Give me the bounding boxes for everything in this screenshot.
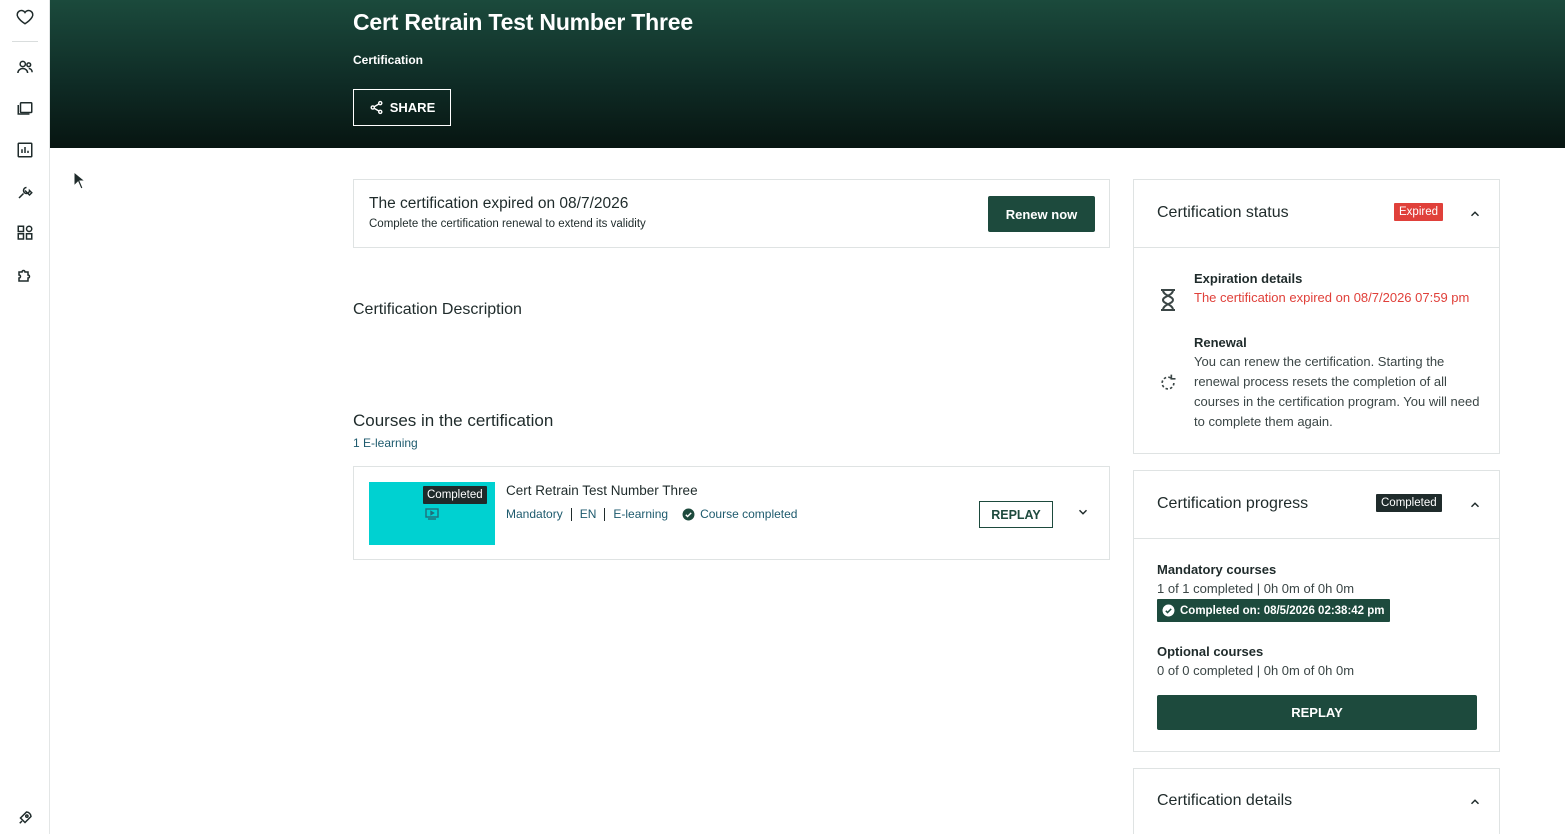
- chevron-up-icon[interactable]: [1468, 795, 1482, 814]
- share-button[interactable]: SHARE: [353, 89, 451, 126]
- courses-count: 1 E-learning: [353, 436, 418, 450]
- renew-cycle-icon: [1158, 372, 1178, 399]
- courses-heading: Courses in the certification: [353, 411, 554, 430]
- course-completed-badge: Completed: [423, 486, 487, 504]
- mandatory-text: 1 of 1 completed | 0h 0m of 0h 0m: [1157, 581, 1355, 596]
- expired-badge: Expired: [1394, 203, 1443, 221]
- expiration-text: The certification expired on 08/7/2026 0…: [1194, 290, 1470, 305]
- expiration-label: Expiration details: [1194, 271, 1303, 286]
- course-meta: Mandatory EN E-learning Course completed: [506, 507, 797, 521]
- play-video-icon: [425, 507, 439, 525]
- status-panel-header[interactable]: Certification status Expired: [1134, 180, 1499, 248]
- progress-panel-header[interactable]: Certification progress Completed: [1134, 471, 1499, 539]
- renew-now-button[interactable]: Renew now: [988, 196, 1095, 232]
- meta-divider: [570, 507, 572, 521]
- completed-on-badge: Completed on: 08/5/2026 02:38:42 pm: [1157, 599, 1390, 622]
- details-panel-title: Certification details: [1157, 792, 1293, 809]
- course-status: Course completed: [682, 507, 797, 521]
- certification-status-panel: Certification status Expired Expiration …: [1133, 179, 1500, 454]
- puzzle-icon[interactable]: [13, 263, 37, 287]
- page-subtitle: Certification: [353, 53, 424, 67]
- rail-divider: [12, 41, 38, 42]
- course-card[interactable]: Completed Cert Retrain Test Number Three…: [353, 466, 1110, 560]
- library-icon[interactable]: [13, 96, 37, 120]
- rocket-icon[interactable]: [13, 806, 37, 830]
- apps-icon[interactable]: [13, 221, 37, 245]
- left-nav-rail: [0, 0, 50, 834]
- mouse-cursor-icon: [73, 170, 87, 195]
- meta-divider: [604, 507, 606, 521]
- course-replay-button[interactable]: REPLAY: [979, 501, 1053, 528]
- chevron-down-icon[interactable]: [1076, 505, 1090, 524]
- course-format: E-learning: [613, 507, 669, 521]
- course-thumbnail[interactable]: Completed: [369, 482, 495, 545]
- status-panel-title: Certification status: [1157, 204, 1289, 221]
- renewal-text: You can renew the certification. Startin…: [1194, 354, 1480, 429]
- chevron-up-icon[interactable]: [1468, 207, 1482, 226]
- renewal-label: Renewal: [1194, 335, 1247, 350]
- optional-text: 0 of 0 completed | 0h 0m of 0h 0m: [1157, 663, 1355, 678]
- share-icon: [370, 100, 383, 115]
- course-type: Mandatory: [506, 507, 563, 521]
- heart-icon[interactable]: [13, 5, 37, 29]
- check-circle-icon: [1162, 604, 1175, 617]
- expiry-subtitle: Complete the certification renewal to ex…: [369, 218, 646, 230]
- progress-replay-button[interactable]: REPLAY: [1157, 695, 1477, 730]
- progress-completed-badge: Completed: [1376, 494, 1442, 512]
- description-heading: Certification Description: [353, 301, 522, 318]
- mandatory-label: Mandatory courses: [1157, 562, 1277, 577]
- page-title: Cert Retrain Test Number Three: [353, 9, 693, 35]
- tools-icon[interactable]: [13, 180, 37, 204]
- certification-details-panel[interactable]: Certification details: [1133, 768, 1500, 834]
- share-label: SHARE: [389, 100, 436, 115]
- chart-icon[interactable]: [13, 138, 37, 162]
- certification-progress-panel: Certification progress Completed Mandato…: [1133, 470, 1500, 752]
- expiry-banner: The certification expired on 08/7/2026 C…: [353, 179, 1110, 248]
- chevron-up-icon[interactable]: [1468, 498, 1482, 517]
- check-circle-icon: [682, 508, 695, 520]
- course-title[interactable]: Cert Retrain Test Number Three: [506, 483, 698, 498]
- hero-header: Cert Retrain Test Number Three Certifica…: [50, 0, 1565, 148]
- optional-label: Optional courses: [1157, 644, 1264, 659]
- progress-panel-title: Certification progress: [1157, 495, 1309, 512]
- users-icon[interactable]: [13, 55, 37, 79]
- completed-on-text: Completed on: 08/5/2026 02:38:42 pm: [1180, 604, 1385, 617]
- course-language: EN: [579, 507, 597, 521]
- hourglass-icon: [1158, 289, 1178, 316]
- course-status-label: Course completed: [700, 507, 798, 521]
- expiry-title: The certification expired on 08/7/2026: [369, 195, 629, 212]
